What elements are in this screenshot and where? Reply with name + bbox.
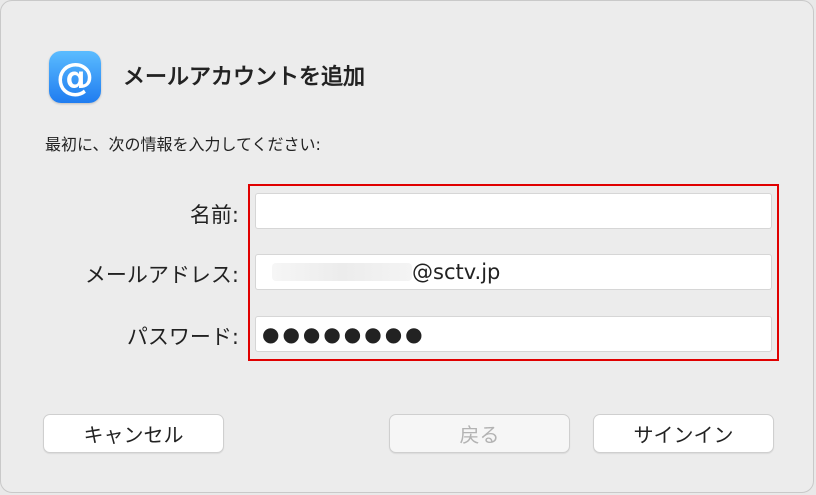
dialog-title: メールアカウントを追加 <box>123 65 366 90</box>
password-dots: ●●●●●●●● <box>262 322 426 346</box>
email-domain: @sctv.jp <box>412 260 501 284</box>
email-local-part-blurred <box>272 263 412 281</box>
email-label: メールアドレス: <box>84 263 239 287</box>
back-button-label: 戻る <box>459 423 500 447</box>
mail-at-sign-icon: @ <box>49 51 101 103</box>
intro-text: 最初に、次の情報を入力してください: <box>45 135 321 154</box>
add-mail-account-dialog: @ メールアカウントを追加 最初に、次の情報を入力してください: 名前: メール… <box>0 0 814 493</box>
cancel-button[interactable]: キャンセル <box>43 414 224 453</box>
back-button[interactable]: 戻る <box>389 414 570 453</box>
password-field[interactable]: ●●●●●●●● <box>255 316 772 352</box>
sign-in-button[interactable]: サインイン <box>593 414 774 453</box>
sign-in-button-label: サインイン <box>633 423 734 447</box>
cancel-button-label: キャンセル <box>83 423 184 447</box>
name-field[interactable] <box>255 193 772 229</box>
name-label: 名前: <box>189 203 239 227</box>
password-label: パスワード: <box>126 325 239 349</box>
at-sign-glyph: @ <box>56 55 94 99</box>
email-field[interactable]: @sctv.jp <box>255 254 772 290</box>
